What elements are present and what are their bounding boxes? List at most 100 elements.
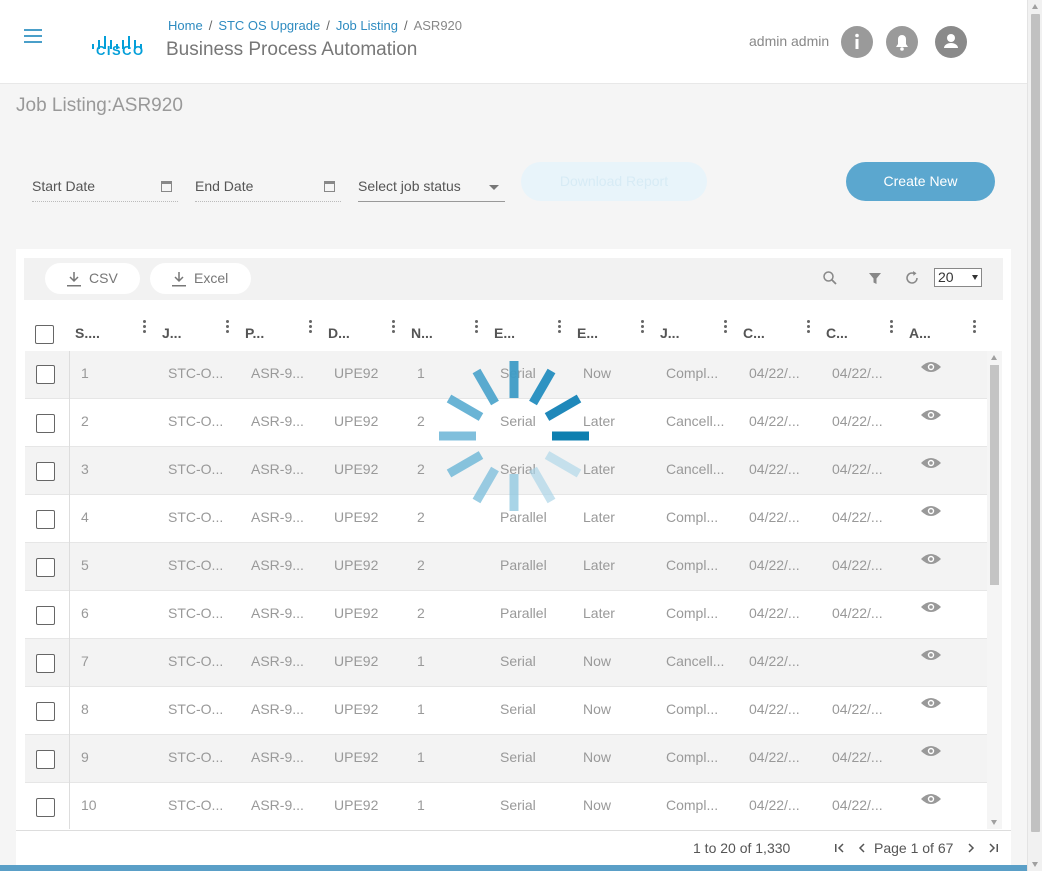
row-checkbox[interactable] — [36, 702, 55, 721]
row-checkbox[interactable] — [36, 606, 55, 625]
cell-created: 04/22/... — [749, 653, 800, 669]
cell-completed: 04/22/... — [832, 749, 883, 765]
view-eye-icon[interactable] — [920, 744, 942, 758]
menu-icon[interactable] — [24, 29, 42, 43]
column-header[interactable]: C... — [826, 315, 909, 349]
view-eye-icon[interactable] — [920, 408, 942, 422]
column-header[interactable]: N... — [411, 315, 494, 349]
column-header[interactable]: S.... — [75, 315, 158, 349]
cell-platform: ASR-9... — [251, 701, 304, 717]
refresh-icon[interactable] — [904, 270, 920, 286]
job-status-select[interactable]: Select job status — [358, 172, 505, 202]
column-header[interactable]: E... — [494, 315, 577, 349]
breadcrumb-stc-os-upgrade[interactable]: STC OS Upgrade — [218, 18, 320, 33]
column-menu-icon[interactable] — [309, 320, 313, 335]
view-eye-icon[interactable] — [920, 360, 942, 374]
user-icon[interactable] — [935, 26, 967, 58]
row-checkbox[interactable] — [36, 558, 55, 577]
first-page-icon[interactable] — [833, 841, 847, 855]
column-menu-icon[interactable] — [807, 320, 811, 335]
row-checkbox[interactable] — [36, 750, 55, 769]
view-eye-icon[interactable] — [920, 648, 942, 662]
row-checkbox[interactable] — [36, 414, 55, 433]
cell-device: UPE92 — [334, 413, 379, 429]
chevron-down-icon — [972, 275, 978, 280]
cell-job-status: Compl... — [666, 509, 719, 525]
row-checkbox[interactable] — [36, 462, 55, 481]
column-menu-icon[interactable] — [392, 320, 396, 335]
calendar-icon[interactable] — [324, 181, 335, 192]
cell-execution-mode: Parallel — [500, 557, 547, 573]
cell-count: 1 — [417, 653, 425, 669]
table-row[interactable]: 6 STC-O... ASR-9... UPE92 2 Parallel Lat… — [25, 591, 987, 639]
cell-sno: 7 — [81, 653, 89, 669]
column-header[interactable]: J... — [162, 315, 245, 349]
download-report-button[interactable]: Download Report — [521, 162, 707, 201]
view-eye-icon[interactable] — [920, 456, 942, 470]
cell-completed: 04/22/... — [832, 797, 883, 813]
end-date-field[interactable]: End Date — [195, 172, 341, 202]
select-all-checkbox[interactable] — [35, 325, 54, 344]
column-menu-icon[interactable] — [724, 320, 728, 335]
column-menu-icon[interactable] — [226, 320, 230, 335]
export-excel-button[interactable]: Excel — [150, 263, 251, 294]
calendar-icon[interactable] — [161, 181, 172, 192]
info-icon[interactable] — [841, 26, 873, 58]
row-checkbox[interactable] — [36, 798, 55, 817]
column-header[interactable]: D... — [328, 315, 411, 349]
view-eye-icon[interactable] — [920, 792, 942, 806]
column-menu-icon[interactable] — [143, 320, 147, 335]
create-new-button[interactable]: Create New — [846, 162, 995, 201]
view-eye-icon[interactable] — [920, 552, 942, 566]
start-date-field[interactable]: Start Date — [32, 172, 178, 202]
page-scroll-thumb[interactable] — [1031, 14, 1040, 832]
view-eye-icon[interactable] — [920, 504, 942, 518]
table-row[interactable]: 10 STC-O... ASR-9... UPE92 1 Serial Now … — [25, 783, 987, 829]
cell-execution-mode: Parallel — [500, 605, 547, 621]
view-eye-icon[interactable] — [920, 600, 942, 614]
column-menu-icon[interactable] — [558, 320, 562, 335]
table-row[interactable]: 7 STC-O... ASR-9... UPE92 1 Serial Now C… — [25, 639, 987, 687]
column-menu-icon[interactable] — [641, 320, 645, 335]
scroll-up-icon[interactable] — [991, 355, 997, 360]
export-csv-button[interactable]: CSV — [45, 263, 140, 294]
cell-created: 04/22/... — [749, 509, 800, 525]
column-menu-icon[interactable] — [475, 320, 479, 335]
column-menu-icon[interactable] — [890, 320, 894, 335]
column-header[interactable]: P... — [245, 315, 328, 349]
scroll-down-icon[interactable] — [991, 820, 997, 825]
search-icon[interactable] — [822, 270, 838, 286]
page-size-select[interactable]: 20 — [934, 268, 982, 287]
cell-device: UPE92 — [334, 365, 379, 381]
table-row[interactable]: 9 STC-O... ASR-9... UPE92 1 Serial Now C… — [25, 735, 987, 783]
scroll-up-icon[interactable] — [1032, 4, 1038, 9]
cell-device: UPE92 — [334, 605, 379, 621]
cell-platform: ASR-9... — [251, 365, 304, 381]
column-header[interactable]: E... — [577, 315, 660, 349]
cell-created: 04/22/... — [749, 749, 800, 765]
last-page-icon[interactable] — [986, 841, 1000, 855]
row-checkbox[interactable] — [36, 654, 55, 673]
table-row[interactable]: 5 STC-O... ASR-9... UPE92 2 Parallel Lat… — [25, 543, 987, 591]
column-header[interactable]: J... — [660, 315, 743, 349]
row-checkbox[interactable] — [36, 365, 55, 384]
column-header[interactable]: C... — [743, 315, 826, 349]
page-scrollbar[interactable] — [1027, 0, 1042, 871]
grid-scroll-thumb[interactable] — [990, 365, 999, 585]
scroll-down-icon[interactable] — [1032, 862, 1038, 867]
next-page-icon[interactable] — [964, 841, 978, 855]
filter-icon[interactable] — [867, 270, 883, 286]
view-eye-icon[interactable] — [920, 696, 942, 710]
breadcrumb: Home / STC OS Upgrade / Job Listing / ASR920 — [168, 18, 463, 33]
row-checkbox[interactable] — [36, 510, 55, 529]
breadcrumb-job-listing[interactable]: Job Listing — [336, 18, 398, 33]
prev-page-icon[interactable] — [855, 841, 869, 855]
table-row[interactable]: 8 STC-O... ASR-9... UPE92 1 Serial Now C… — [25, 687, 987, 735]
grid-scrollbar[interactable] — [987, 351, 1002, 829]
breadcrumb-home[interactable]: Home — [168, 18, 203, 33]
bell-icon[interactable] — [886, 26, 918, 58]
column-header[interactable]: A... — [909, 315, 992, 349]
cell-job-status: Compl... — [666, 749, 719, 765]
cell-job-name: STC-O... — [168, 365, 224, 381]
column-menu-icon[interactable] — [973, 320, 977, 335]
